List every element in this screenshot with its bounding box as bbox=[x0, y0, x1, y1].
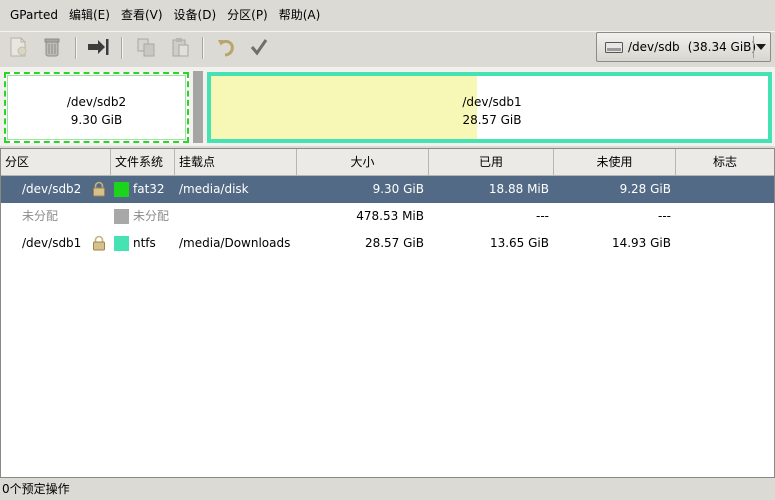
mount-point: /media/Downloads bbox=[179, 236, 291, 250]
new-document-icon bbox=[10, 37, 27, 57]
undo-icon bbox=[218, 39, 234, 57]
table-row[interactable]: /dev/sdb1 ntfs /media/Downloads 28.57 Gi… bbox=[1, 230, 774, 257]
partition-block-sdb1[interactable]: /dev/sdb1 28.57 GiB bbox=[207, 72, 772, 143]
menu-partition[interactable]: 分区(P) bbox=[222, 0, 273, 30]
filesystem-color-swatch bbox=[114, 209, 129, 224]
partition-used: --- bbox=[536, 209, 549, 223]
trash-icon bbox=[44, 38, 60, 57]
partition-size: 9.30 GiB bbox=[372, 182, 424, 196]
lock-icon bbox=[93, 235, 105, 251]
disk-graphic: /dev/sdb2 9.30 GiB /dev/sdb1 28.57 GiB bbox=[0, 67, 775, 146]
undo-button[interactable] bbox=[214, 35, 238, 59]
filesystem-color-swatch bbox=[114, 236, 129, 251]
checkmark-icon bbox=[250, 39, 268, 56]
partition-name: 未分配 bbox=[22, 209, 59, 223]
partition-name: /dev/sdb2 bbox=[22, 182, 82, 196]
column-header-flags[interactable]: 标志 bbox=[676, 149, 774, 175]
partition-block-name: /dev/sdb1 bbox=[462, 95, 522, 109]
column-header-size[interactable]: 大小 bbox=[297, 149, 429, 175]
partition-unused: 9.28 GiB bbox=[619, 182, 671, 196]
status-bar: 0个预定操作 bbox=[0, 479, 775, 500]
resize-arrow-icon bbox=[88, 39, 109, 55]
apply-button[interactable] bbox=[247, 35, 271, 59]
menu-edit[interactable]: 编辑(E) bbox=[64, 0, 115, 30]
table-header: 分区 文件系统 挂载点 大小 已用 未使用 标志 bbox=[1, 149, 774, 176]
menu-gparted[interactable]: GParted bbox=[1, 0, 63, 30]
menu-bar: GParted 编辑(E) 查看(V) 设备(D) 分区(P) 帮助(A) bbox=[0, 0, 775, 30]
table-row[interactable]: /dev/sdb2 fat32 /media/disk 9.30 GiB 18.… bbox=[1, 176, 774, 203]
filesystem-type: 未分配 bbox=[133, 209, 170, 223]
menu-view[interactable]: 查看(V) bbox=[116, 0, 168, 30]
partition-unused: 14.93 GiB bbox=[611, 236, 671, 250]
filesystem-color-swatch bbox=[114, 182, 129, 197]
partition-name: /dev/sdb1 bbox=[22, 236, 82, 250]
column-header-unused[interactable]: 未使用 bbox=[554, 149, 676, 175]
chevron-down-icon bbox=[756, 44, 766, 50]
delete-partition-button[interactable] bbox=[40, 35, 64, 59]
menu-help[interactable]: 帮助(A) bbox=[274, 0, 326, 30]
resize-move-button[interactable] bbox=[86, 35, 110, 59]
copy-button[interactable] bbox=[134, 35, 158, 59]
partition-block-sdb2[interactable]: /dev/sdb2 9.30 GiB bbox=[4, 72, 189, 143]
partition-table: 分区 文件系统 挂载点 大小 已用 未使用 标志 /dev/sdb2 fat32… bbox=[0, 148, 775, 478]
column-header-mountpoint[interactable]: 挂载点 bbox=[175, 149, 297, 175]
new-partition-button[interactable] bbox=[6, 35, 30, 59]
mount-point: /media/disk bbox=[179, 182, 249, 196]
filesystem-type: fat32 bbox=[133, 182, 165, 196]
partition-block-size: 28.57 GiB bbox=[462, 113, 522, 127]
paste-icon bbox=[172, 38, 189, 57]
device-size: (38.34 GiB) bbox=[687, 40, 757, 54]
device-name: /dev/sdb bbox=[628, 40, 680, 54]
device-selector[interactable]: /dev/sdb (38.34 GiB) bbox=[596, 32, 771, 62]
filesystem-type: ntfs bbox=[133, 236, 156, 250]
partition-block-name: /dev/sdb2 bbox=[66, 95, 127, 109]
unallocated-block[interactable] bbox=[193, 71, 203, 143]
menu-device[interactable]: 设备(D) bbox=[169, 0, 222, 30]
partition-size: 28.57 GiB bbox=[364, 236, 424, 250]
column-header-filesystem[interactable]: 文件系统 bbox=[111, 149, 175, 175]
partition-unused: --- bbox=[658, 209, 671, 223]
hard-drive-icon bbox=[605, 41, 623, 53]
column-header-partition[interactable]: 分区 bbox=[1, 149, 111, 175]
table-row[interactable]: 未分配 未分配 478.53 MiB --- --- bbox=[1, 203, 774, 230]
partition-used: 13.65 GiB bbox=[489, 236, 549, 250]
partition-size: 478.53 MiB bbox=[356, 209, 424, 223]
partition-block-size: 9.30 GiB bbox=[70, 113, 123, 127]
partition-used: 18.88 MiB bbox=[488, 182, 549, 196]
lock-icon bbox=[93, 181, 105, 197]
column-header-used[interactable]: 已用 bbox=[429, 149, 554, 175]
paste-button[interactable] bbox=[168, 35, 192, 59]
copy-icon bbox=[137, 38, 155, 57]
